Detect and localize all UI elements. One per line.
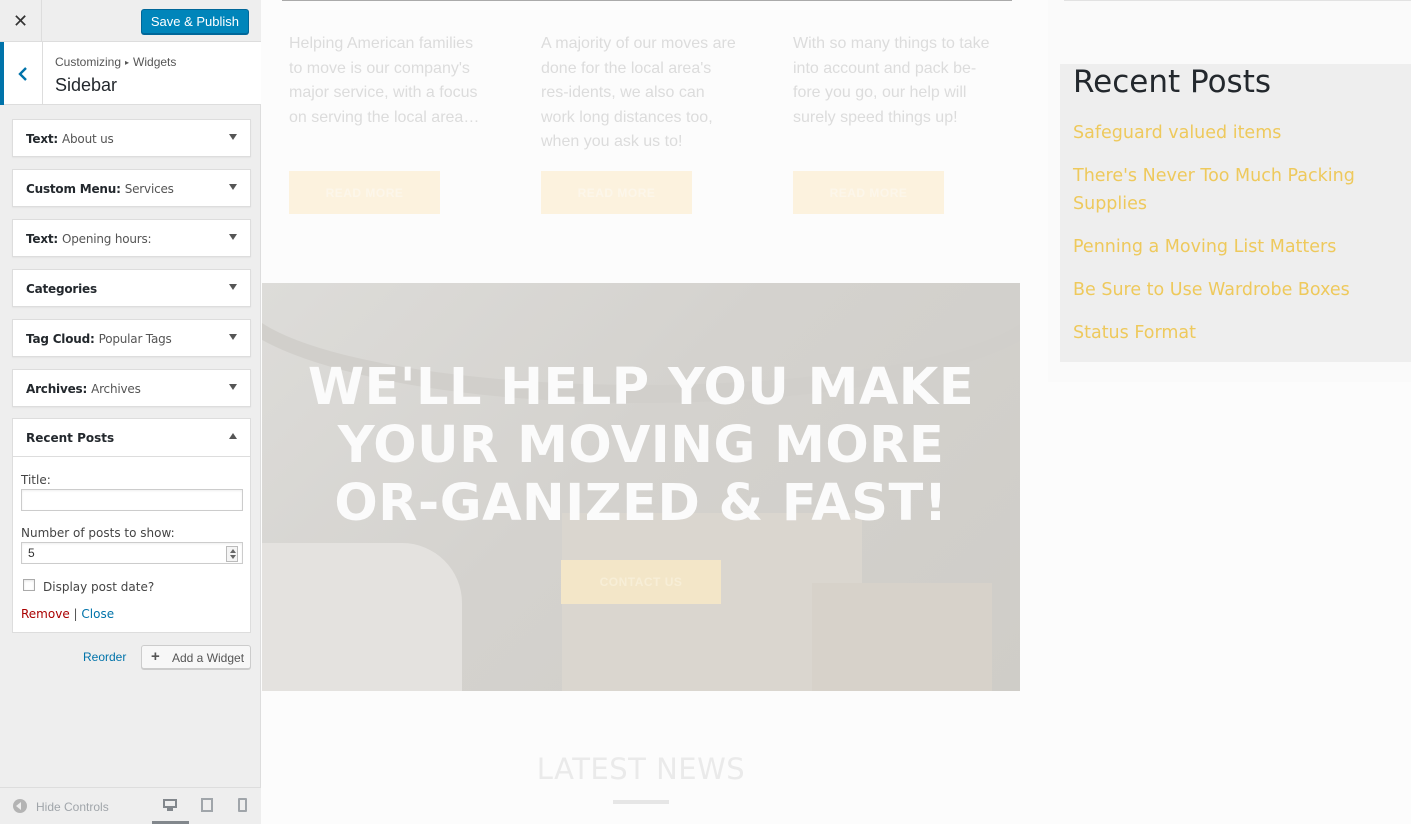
service-text: With so many things to take into account… (793, 35, 990, 126)
number-stepper[interactable] (226, 546, 238, 562)
remove-link[interactable]: Remove (21, 607, 70, 621)
widget-type: Tag Cloud (26, 332, 91, 346)
show-date-checkbox[interactable] (23, 579, 35, 591)
widget-archives[interactable]: Archives: Archives (12, 369, 251, 407)
expand-arrow-icon[interactable] (229, 334, 237, 340)
widget-type: Custom Menu (26, 182, 117, 196)
count-input[interactable]: 5 (21, 542, 243, 564)
plus-icon: + (151, 648, 160, 665)
show-date-label: Display post date? (43, 580, 155, 594)
breadcrumb-root: Customizing (55, 55, 122, 69)
widget-name: Opening hours: (62, 232, 152, 246)
customizer-header: ✕ Save & Publish (0, 0, 261, 42)
widget-type: Text (26, 132, 54, 146)
hero-banner: WE'LL HELP YOU MAKE YOUR MOVING MORE OR-… (262, 283, 1020, 691)
widget-title: Archives: Archives (26, 382, 141, 396)
breadcrumb-current: Widgets (133, 55, 177, 69)
widget-custom-menu-services[interactable]: Custom Menu: Services (12, 169, 251, 207)
count-value: 5 (28, 546, 35, 560)
divider (1064, 0, 1411, 1)
widget-name: Popular Tags (98, 332, 172, 346)
breadcrumb: Customizing ▸ Widgets (55, 55, 176, 69)
tablet-preview-icon[interactable] (201, 798, 215, 812)
widget-categories[interactable]: Categories (12, 269, 251, 307)
section-title: Sidebar (55, 75, 118, 95)
close-link[interactable]: Close (81, 607, 114, 621)
widget-tag-cloud[interactable]: Tag Cloud: Popular Tags (12, 319, 251, 357)
breadcrumb-separator-icon: ▸ (125, 58, 130, 67)
read-more-button[interactable]: READ MORE (793, 171, 944, 214)
section-header: Customizing ▸ Widgets Sidebar (0, 42, 261, 105)
close-icon[interactable]: ✕ (0, 0, 42, 42)
widget-text-opening-hours[interactable]: Text: Opening hours: (12, 219, 251, 257)
widget-title: Custom Menu: Services (26, 182, 174, 196)
collapse-sidebar-icon[interactable] (13, 799, 27, 813)
recent-post-link[interactable]: Penning a Moving List Matters (1073, 233, 1393, 261)
latest-news-heading: LATEST NEWS (536, 752, 746, 786)
expand-arrow-icon[interactable] (229, 184, 237, 190)
widget-title: Text: About us (26, 132, 114, 146)
service-text: Helping American families to move is our… (289, 35, 480, 126)
expand-arrow-icon[interactable] (229, 134, 237, 140)
widget-type: Archives (26, 382, 83, 396)
count-label: Number of posts to show: (21, 526, 175, 540)
expand-arrow-icon[interactable] (229, 234, 237, 240)
desktop-preview-icon[interactable] (163, 798, 177, 812)
widget-actions: Remove | Close (21, 607, 114, 621)
heading-underline (613, 800, 669, 804)
widget-text-about-us[interactable]: Text: About us (12, 119, 251, 157)
title-input[interactable] (21, 489, 243, 511)
widget-recent-posts: Recent Posts Title: Number of posts to s… (12, 418, 251, 633)
recent-posts-title: Recent Posts (1073, 64, 1272, 100)
customizer-panel: ✕ Save & Publish Customizing ▸ Widgets Sid… (0, 0, 261, 824)
recent-post-link[interactable]: There's Never Too Much Packing Supplies (1073, 162, 1393, 218)
recent-post-link[interactable]: Be Sure to Use Wardrobe Boxes (1073, 276, 1393, 304)
read-more-button[interactable]: READ MORE (289, 171, 440, 214)
hero-headline: WE'LL HELP YOU MAKE YOUR MOVING MORE OR-… (307, 358, 975, 533)
widget-name: Archives (91, 382, 141, 396)
add-widget-label: Add a Widget (172, 651, 245, 665)
customizer-screen: ✕ Save & Publish Customizing ▸ Widgets Sid… (0, 0, 1411, 824)
service-text: A majority of our moves are done for the… (541, 35, 736, 150)
widget-name: Services (124, 182, 174, 196)
mobile-preview-icon[interactable] (238, 798, 252, 812)
contact-us-button[interactable]: CONTACT US (561, 560, 721, 604)
hide-controls-link[interactable]: Hide Controls (36, 800, 109, 814)
recent-posts-widget: Recent Posts Safeguard valued items Ther… (1060, 64, 1411, 362)
widget-title: Tag Cloud: Popular Tags (26, 332, 172, 346)
reorder-link[interactable]: Reorder (83, 650, 126, 664)
recent-post-link[interactable]: Safeguard valued items (1073, 119, 1393, 147)
widget-type: Categories (26, 282, 97, 296)
customizer-footer: Hide Controls (0, 787, 261, 824)
widget-name: About us (62, 132, 114, 146)
widget-type: Text (26, 232, 54, 246)
expand-arrow-icon[interactable] (229, 284, 237, 290)
widget-title: Recent Posts (26, 431, 115, 445)
moving-box-image (812, 583, 992, 691)
action-divider: | (73, 607, 78, 621)
background-shape (262, 543, 462, 691)
widget-title: Categories (26, 282, 97, 296)
save-publish-button[interactable]: Save & Publish (140, 9, 249, 34)
add-widget-button[interactable]: + Add a Widget (141, 645, 251, 669)
read-more-button[interactable]: READ MORE (541, 171, 692, 214)
collapse-arrow-icon[interactable] (229, 433, 237, 439)
recent-post-link[interactable]: Status Format (1073, 319, 1393, 347)
widget-recent-posts-header[interactable]: Recent Posts (13, 419, 250, 457)
expand-arrow-icon[interactable] (229, 384, 237, 390)
site-preview: Helping American families to move is our… (262, 0, 1411, 824)
widget-title: Text: Opening hours: (26, 232, 152, 246)
title-label: Title: (21, 473, 51, 487)
back-chevron-icon[interactable] (0, 42, 43, 105)
divider (282, 0, 1012, 1)
